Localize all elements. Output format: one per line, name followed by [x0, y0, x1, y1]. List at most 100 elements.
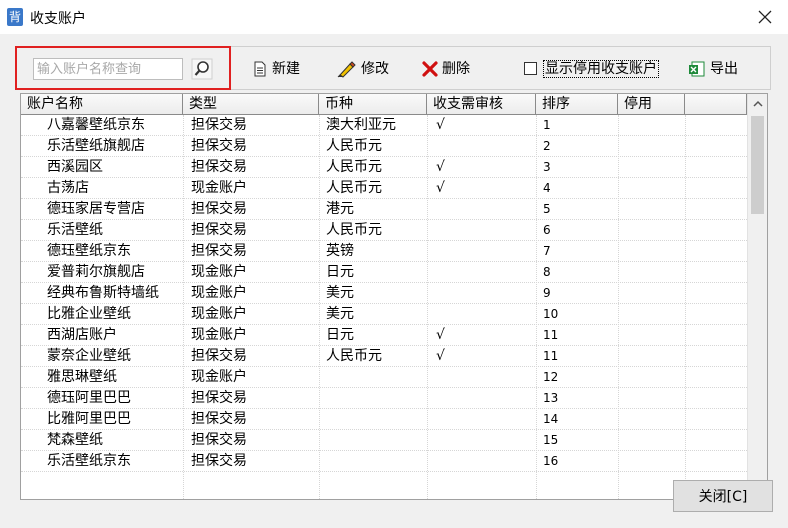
cell-currency: 澳大利亚元	[326, 117, 396, 133]
table-body: 八嘉馨壁纸京东 担保交易 澳大利亚元 √ 1 乐活壁纸旗舰店 担保交易 人民币元 2 西溪园区 担保…	[21, 115, 747, 499]
cell-currency: 人民币元	[326, 159, 382, 175]
table-row[interactable]: 西溪园区 担保交易 人民币元 √ 3	[21, 157, 747, 178]
column-header-disabled[interactable]: 停用	[618, 94, 685, 115]
table-row[interactable]: 乐活壁纸旗舰店 担保交易 人民币元 2	[21, 136, 747, 157]
show-disabled-label: 显示停用收支账户	[543, 60, 659, 78]
table-row[interactable]: 西湖店账户 现金账户 日元 √ 11	[21, 325, 747, 346]
cell-currency: 日元	[326, 264, 354, 280]
cell-sort: 14	[543, 412, 559, 426]
export-button[interactable]: 导出	[688, 56, 738, 82]
search-highlight-box	[15, 46, 231, 90]
cell-account-name: 西溪园区	[47, 159, 103, 175]
excel-export-icon	[689, 61, 705, 77]
cell-currency: 人民币元	[326, 138, 382, 154]
new-button-label: 新建	[272, 61, 300, 77]
column-header-type[interactable]: 类型	[183, 94, 319, 115]
cell-sort: 16	[543, 454, 559, 468]
cell-sort: 2	[543, 139, 551, 153]
search-input[interactable]	[33, 58, 183, 80]
column-header-sort[interactable]: 排序	[536, 94, 618, 115]
cell-sort: 10	[543, 307, 559, 321]
table-row[interactable]: 爱普莉尔旗舰店 现金账户 日元 8	[21, 262, 747, 283]
scroll-thumb[interactable]	[751, 116, 764, 214]
cell-sort: 12	[543, 370, 559, 384]
cell-account-name: 乐活壁纸京东	[47, 453, 131, 469]
app-icon: 背	[7, 8, 23, 26]
cell-sort: 11	[543, 349, 559, 363]
table-row[interactable]: 经典布鲁斯特墙纸 现金账户 美元 9	[21, 283, 747, 304]
window-close-button[interactable]	[742, 0, 788, 34]
cell-account-name: 八嘉馨壁纸京东	[47, 117, 145, 133]
column-header-needs-review[interactable]: 收支需审核	[427, 94, 536, 115]
magnifier-icon	[191, 58, 213, 80]
export-button-label: 导出	[710, 61, 738, 77]
cell-sort: 15	[543, 433, 559, 447]
delete-button-label: 删除	[442, 61, 470, 77]
cell-type: 现金账户	[191, 264, 247, 280]
table-row[interactable]: 比雅企业壁纸 现金账户 美元 10	[21, 304, 747, 325]
cell-needs-review: √	[436, 327, 445, 343]
vertical-scrollbar[interactable]	[747, 94, 767, 499]
table-row[interactable]: 蒙奈企业壁纸 担保交易 人民币元 √ 11	[21, 346, 747, 367]
cell-needs-review: √	[436, 159, 445, 175]
column-header-currency[interactable]: 币种	[319, 94, 427, 115]
table-row[interactable]: 雅思琳壁纸 现金账户 12	[21, 367, 747, 388]
cell-sort: 7	[543, 244, 551, 258]
cell-type: 担保交易	[191, 390, 247, 406]
table-row[interactable]: 乐活壁纸 担保交易 人民币元 6	[21, 220, 747, 241]
cell-type: 担保交易	[191, 222, 247, 238]
delete-x-icon	[422, 61, 438, 77]
cell-account-name: 经典布鲁斯特墙纸	[47, 285, 159, 301]
cell-currency: 人民币元	[326, 348, 382, 364]
table-row[interactable]: 乐活壁纸京东 担保交易 16	[21, 451, 747, 472]
show-disabled-checkbox[interactable]: 显示停用收支账户	[524, 59, 659, 79]
cell-account-name: 德珏家居专营店	[47, 201, 145, 217]
cell-type: 担保交易	[191, 243, 247, 259]
cell-sort: 5	[543, 202, 551, 216]
table-row[interactable]: 比雅阿里巴巴 担保交易 14	[21, 409, 747, 430]
cell-account-name: 德珏阿里巴巴	[47, 390, 131, 406]
edit-button[interactable]: 修改	[337, 56, 389, 82]
table-header: 账户名称 类型 币种 收支需审核 排序 停用	[21, 94, 747, 115]
new-button[interactable]: 新建	[252, 56, 300, 82]
cell-currency: 人民币元	[326, 180, 382, 196]
table-row[interactable]: 八嘉馨壁纸京东 担保交易 澳大利亚元 √ 1	[21, 115, 747, 136]
cell-currency: 港元	[326, 201, 354, 217]
cell-type: 担保交易	[191, 138, 247, 154]
cell-currency: 英镑	[326, 243, 354, 259]
cell-currency: 日元	[326, 327, 354, 343]
cell-type: 担保交易	[191, 159, 247, 175]
checkbox-box[interactable]	[524, 61, 537, 75]
cell-type: 现金账户	[191, 306, 247, 322]
close-button[interactable]: 关闭[C]	[673, 480, 773, 512]
cell-currency: 美元	[326, 285, 354, 301]
scroll-up-button[interactable]	[748, 96, 767, 114]
table-row[interactable]: 德珏家居专营店 担保交易 港元 5	[21, 199, 747, 220]
cell-type: 担保交易	[191, 348, 247, 364]
cell-type: 担保交易	[191, 201, 247, 217]
table-row[interactable]: 德珏壁纸京东 担保交易 英镑 7	[21, 241, 747, 262]
edit-pencil-icon	[337, 61, 356, 78]
table-row[interactable]: 德珏阿里巴巴 担保交易 13	[21, 388, 747, 409]
column-header-account-name[interactable]: 账户名称	[21, 94, 183, 115]
search-button[interactable]	[191, 58, 213, 80]
delete-button[interactable]: 删除	[422, 56, 470, 82]
cell-account-name: 德珏壁纸京东	[47, 243, 131, 259]
cell-account-name: 蒙奈企业壁纸	[47, 348, 131, 364]
table-row[interactable]: 古荡店 现金账户 人民币元 √ 4	[21, 178, 747, 199]
close-icon	[758, 10, 772, 24]
title-bar: 背 收支账户	[0, 0, 788, 34]
cell-type: 现金账户	[191, 180, 247, 196]
cell-type: 现金账户	[191, 285, 247, 301]
table-row[interactable]: 梵森壁纸 担保交易 15	[21, 430, 747, 451]
cell-account-name: 爱普莉尔旗舰店	[47, 264, 145, 280]
accounts-table: 账户名称 类型 币种 收支需审核 排序 停用 八嘉馨壁纸京东 担保交易 澳大利亚元 √…	[20, 93, 768, 500]
cell-account-name: 乐活壁纸旗舰店	[47, 138, 145, 154]
column-header-filler	[685, 94, 747, 115]
edit-button-label: 修改	[361, 61, 389, 77]
cell-type: 担保交易	[191, 453, 247, 469]
cell-sort: 3	[543, 160, 551, 174]
cell-sort: 6	[543, 223, 551, 237]
cell-type: 担保交易	[191, 432, 247, 448]
cell-type: 现金账户	[191, 327, 247, 343]
